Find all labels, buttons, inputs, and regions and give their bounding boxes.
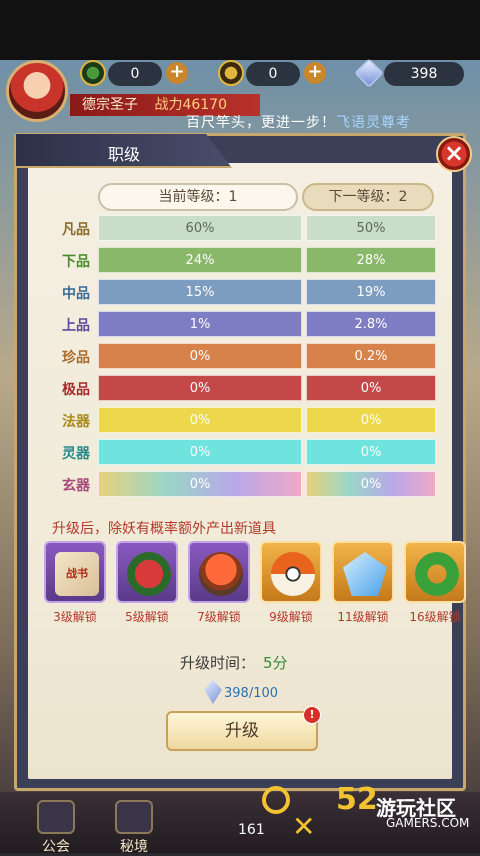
top-status-area bbox=[0, 0, 480, 60]
upgrade-button[interactable]: 升级 bbox=[166, 711, 318, 751]
player-avatar[interactable] bbox=[6, 60, 68, 122]
watermark-en: GAMERS.COM bbox=[386, 816, 470, 830]
current-rate-cell: 0% bbox=[98, 343, 302, 369]
current-level-label: 当前等级：1 bbox=[98, 183, 298, 211]
current-rate-cell: 0% bbox=[98, 375, 302, 401]
unlock-level-label: 3级解锁 bbox=[53, 610, 97, 624]
promo-text: 升级后，除妖有概率额外产出新道具 bbox=[52, 521, 276, 537]
next-rate-cell: 50% bbox=[306, 215, 436, 241]
next-rate-cell: 0.2% bbox=[306, 343, 436, 369]
next-level-label: 下一等级：2 bbox=[302, 183, 434, 211]
unlock-level-label: 16级解锁 bbox=[409, 610, 461, 624]
current-rate-cell: 0% bbox=[98, 439, 302, 465]
resource-jade-value: 0 bbox=[108, 62, 162, 86]
next-rate-cell: 2.8% bbox=[306, 311, 436, 337]
add-jade-button[interactable]: + bbox=[166, 62, 188, 84]
unlock-item[interactable] bbox=[116, 541, 178, 603]
add-gold-button[interactable]: + bbox=[304, 62, 326, 84]
next-rate-cell: 28% bbox=[306, 247, 436, 273]
jade-coin-icon bbox=[80, 60, 106, 86]
next-rate-cell: 0% bbox=[306, 407, 436, 433]
tagline-highlight: 飞语灵尊考 bbox=[336, 115, 411, 131]
rarity-label: 灵器 bbox=[62, 446, 90, 462]
nav-guild[interactable]: 公会 bbox=[26, 800, 86, 856]
current-rate-cell: 0% bbox=[98, 471, 302, 497]
unlock-level-label: 7级解锁 bbox=[197, 610, 241, 624]
unlock-item[interactable] bbox=[404, 541, 466, 603]
watermark-circle-icon bbox=[262, 786, 290, 814]
upgrade-cost: 398/100 bbox=[224, 686, 279, 701]
watermark-cross-icon: ✕ bbox=[292, 810, 316, 843]
unlock-level-label: 11级解锁 bbox=[337, 610, 389, 624]
rarity-label: 极品 bbox=[62, 382, 90, 398]
ice-crystal-icon bbox=[343, 552, 387, 596]
player-name: 德宗圣子 bbox=[82, 97, 138, 113]
dialog-title: 职级 bbox=[108, 145, 141, 164]
unlock-item[interactable] bbox=[188, 541, 250, 603]
resource-crystal-value: 398 bbox=[384, 62, 464, 86]
capture-ball-icon bbox=[271, 552, 315, 596]
current-rate-cell: 1% bbox=[98, 311, 302, 337]
upgrade-time-label: 升级时间： bbox=[180, 654, 256, 672]
next-rate-cell: 0% bbox=[306, 375, 436, 401]
rarity-label: 珍品 bbox=[62, 350, 90, 366]
flower-bouquet-icon bbox=[127, 552, 171, 596]
next-rate-cell: 0% bbox=[306, 471, 436, 497]
rarity-label: 上品 bbox=[62, 318, 90, 334]
temple-icon bbox=[115, 800, 153, 834]
guild-icon bbox=[37, 800, 75, 834]
gold-coin-icon bbox=[218, 60, 244, 86]
nav-secret-realm[interactable]: 秘境 bbox=[104, 800, 164, 856]
nav-counter: 161 bbox=[238, 822, 265, 838]
player-power: 战力46170 bbox=[154, 97, 227, 113]
close-button[interactable]: × bbox=[436, 136, 472, 172]
next-rate-cell: 19% bbox=[306, 279, 436, 305]
watermark: ✕ 52 游玩社区 GAMERS.COM bbox=[262, 780, 480, 850]
current-rate-cell: 60% bbox=[98, 215, 302, 241]
rarity-label: 中品 bbox=[62, 286, 90, 302]
alert-badge: ! bbox=[303, 706, 321, 724]
upgrade-time: 升级时间： 5分 bbox=[180, 652, 288, 673]
battle-letter-icon: 战书 bbox=[55, 552, 99, 596]
unlock-item[interactable]: 战书 bbox=[44, 541, 106, 603]
jade-ring-icon bbox=[415, 552, 459, 596]
upgrade-time-value: 5分 bbox=[263, 654, 288, 672]
current-rate-cell: 15% bbox=[98, 279, 302, 305]
rarity-label: 凡品 bbox=[62, 222, 90, 238]
unlock-item[interactable] bbox=[260, 541, 322, 603]
rarity-label: 下品 bbox=[62, 254, 90, 270]
current-rate-cell: 24% bbox=[98, 247, 302, 273]
resource-gold-value: 0 bbox=[246, 62, 300, 86]
tagline-text: 百尺竿头，更进一步！ bbox=[186, 115, 336, 131]
crystal-orb-icon bbox=[199, 552, 243, 596]
next-rate-cell: 0% bbox=[306, 439, 436, 465]
rarity-label: 法器 bbox=[62, 414, 90, 430]
tagline: 百尺竿头，更进一步！飞语灵尊考 bbox=[186, 112, 411, 132]
rarity-label: 玄器 bbox=[62, 478, 90, 494]
close-icon: × bbox=[443, 139, 465, 167]
unlock-item[interactable] bbox=[332, 541, 394, 603]
unlock-level-label: 9级解锁 bbox=[269, 610, 313, 624]
unlock-level-label: 5级解锁 bbox=[125, 610, 169, 624]
current-rate-cell: 0% bbox=[98, 407, 302, 433]
watermark-number: 52 bbox=[336, 782, 378, 817]
